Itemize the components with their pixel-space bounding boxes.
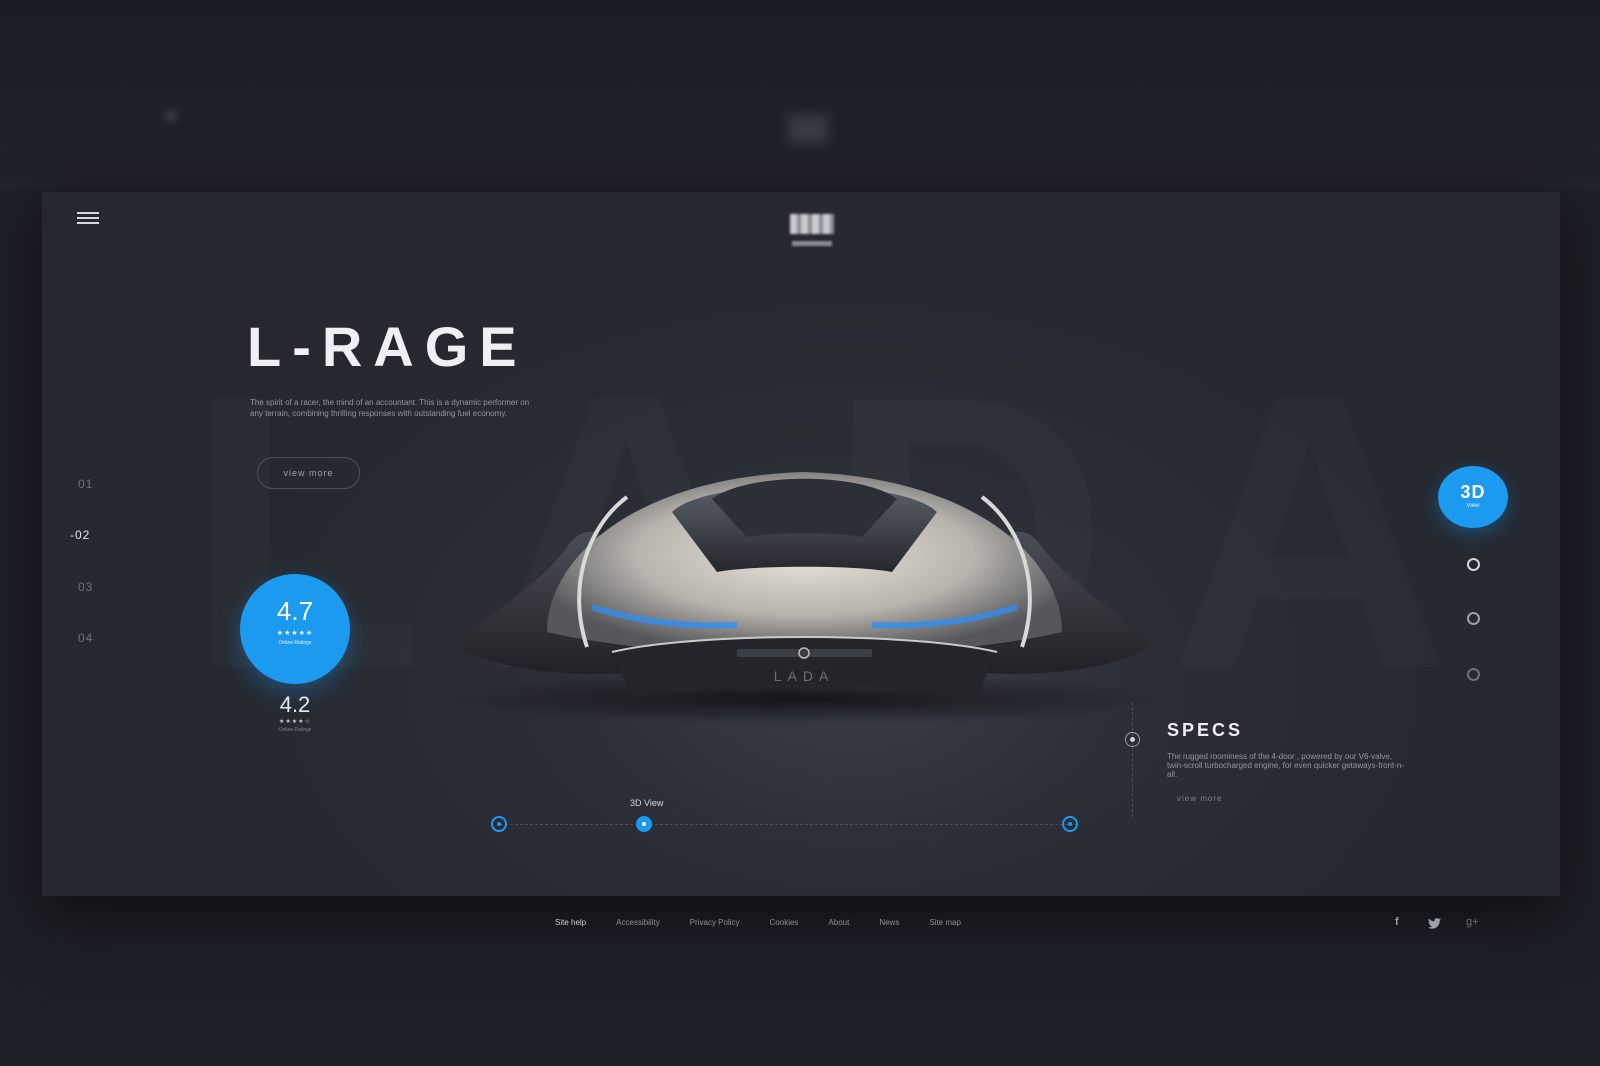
view-dot-2[interactable] (1467, 612, 1480, 625)
timeline-node-start[interactable] (491, 816, 507, 832)
hero-card: LADA L-RAGE The spirit of a racer, the m… (42, 192, 1560, 896)
specs-divider (1132, 702, 1133, 817)
slide-item-01[interactable]: 01 (78, 477, 93, 491)
timeline-node-3d-view[interactable] (636, 816, 652, 832)
footer-link-privacy-policy[interactable]: Privacy Policy (690, 918, 740, 927)
view-more-button[interactable]: view more (257, 457, 360, 489)
brand-logo[interactable] (784, 214, 840, 254)
primary-rating-stars: ★★★★★ (276, 630, 314, 637)
primary-rating-value: 4.7 (276, 596, 314, 626)
blurred-background-header (0, 0, 1600, 190)
footer-link-site-map[interactable]: Site map (929, 918, 961, 927)
timeline-node-end[interactable] (1062, 816, 1078, 832)
specs-title: SPECS (1167, 720, 1244, 740)
slide-item-03[interactable]: 03 (78, 580, 93, 594)
view-dot-1[interactable] (1467, 558, 1480, 571)
google-plus-icon[interactable]: g+ (1466, 916, 1479, 928)
timeline-label: 3D View (630, 798, 664, 808)
svg-text:LADA: LADA (774, 668, 835, 684)
secondary-rating: 4.2 ★★★★☆ Online Ratings (260, 692, 330, 733)
footer-link-about[interactable]: About (828, 918, 849, 927)
footer-link-accessibility[interactable]: Accessibility (616, 918, 660, 927)
secondary-rating-stars: ★★★★☆ (279, 719, 311, 725)
footer-link-site-help[interactable]: Site help (555, 918, 586, 927)
car-image: LADA (444, 472, 1164, 725)
3d-view-label: 3D (1460, 482, 1486, 502)
timeline-track (500, 824, 1078, 825)
secondary-rating-label: Online Ratings (278, 727, 312, 733)
facebook-icon[interactable]: f (1395, 916, 1399, 928)
view-dot-3[interactable] (1467, 668, 1480, 681)
page-title: L-RAGE (247, 315, 528, 378)
slide-item-04[interactable]: 04 (78, 631, 93, 645)
3d-view-button[interactable]: 3D View (1438, 466, 1508, 528)
primary-rating-label: Online Ratings (278, 640, 312, 646)
specs-view-more-link[interactable]: view more (1177, 794, 1222, 803)
hero-description: The spirit of a racer, the mind of an ac… (250, 398, 530, 418)
slide-item-02[interactable]: -02 (70, 528, 90, 542)
specs-target-icon[interactable] (1125, 732, 1140, 747)
footer-nav: Site help Accessibility Privacy Policy C… (555, 918, 961, 927)
footer-link-cookies[interactable]: Cookies (770, 918, 799, 927)
blurred-menu-icon (165, 110, 177, 122)
blurred-logo (788, 115, 828, 143)
hamburger-icon[interactable] (77, 209, 99, 227)
secondary-rating-value: 4.2 (279, 692, 311, 717)
3d-view-sublabel: View (1466, 503, 1480, 509)
specs-description: The rugged roominess of the 4-door , pow… (1167, 752, 1405, 779)
twitter-icon[interactable] (1428, 918, 1441, 929)
footer-link-news[interactable]: News (879, 918, 899, 927)
primary-rating-badge: 4.7 ★★★★★ Online Ratings (240, 574, 350, 684)
